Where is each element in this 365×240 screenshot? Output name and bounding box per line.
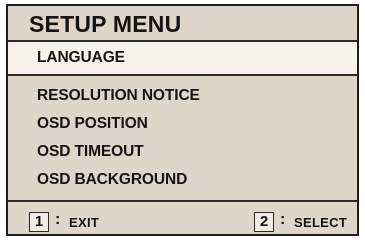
- setup-menu-panel: SETUP MENU LANGUAGE RESOLUTION NOTICE OS…: [6, 4, 359, 236]
- menu-item-resolution-notice[interactable]: RESOLUTION NOTICE: [37, 87, 200, 105]
- select-key-icon[interactable]: 2: [254, 212, 274, 232]
- menu-item-osd-position[interactable]: OSD POSITION: [37, 115, 148, 133]
- menu-item-osd-timeout[interactable]: OSD TIMEOUT: [37, 143, 144, 161]
- menu-footer: 1 : EXIT 2 : SELECT: [8, 202, 357, 234]
- selected-item-divider: [8, 74, 357, 76]
- select-label: SELECT: [294, 215, 348, 230]
- menu-item-language[interactable]: LANGUAGE: [8, 42, 357, 74]
- menu-item-osd-background[interactable]: OSD BACKGROUND: [37, 171, 187, 189]
- exit-separator: :: [55, 211, 61, 228]
- select-separator: :: [280, 211, 286, 228]
- menu-title: SETUP MENU: [29, 11, 182, 37]
- exit-key-icon[interactable]: 1: [29, 212, 49, 232]
- menu-item-label: LANGUAGE: [37, 49, 125, 66]
- exit-label: EXIT: [69, 215, 100, 230]
